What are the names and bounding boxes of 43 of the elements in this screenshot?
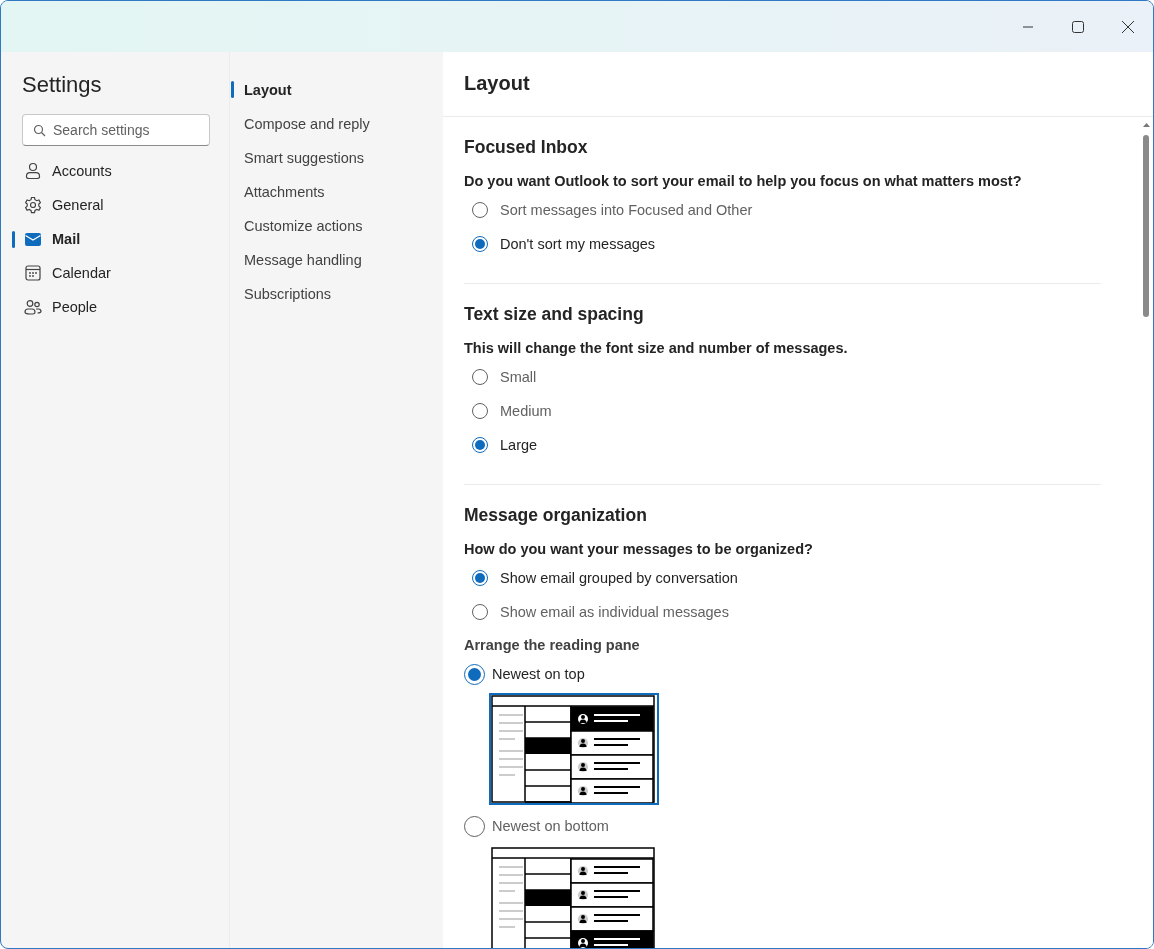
people-icon — [23, 297, 43, 317]
nav-item[interactable]: Mail — [23, 229, 81, 249]
radio-option[interactable]: Show email grouped by conversation — [464, 561, 744, 595]
selection-indicator — [231, 81, 234, 98]
search-field[interactable]: Search settings — [22, 114, 210, 146]
nav-item[interactable]: Accounts — [23, 161, 112, 181]
subnav-item[interactable]: Layout — [244, 81, 292, 98]
subnav-item[interactable]: Message handling — [244, 251, 362, 268]
nav-item[interactable]: General — [23, 195, 104, 215]
radio-option[interactable]: Medium — [464, 394, 558, 428]
section-title: Text size and spacing — [464, 304, 644, 325]
nav-item[interactable]: Calendar — [23, 263, 111, 283]
subnav-item[interactable]: Compose and reply — [244, 115, 370, 132]
section-title: Focused Inbox — [464, 137, 588, 158]
section-question: How do you want your messages to be organized? — [464, 541, 813, 557]
settings-title: Settings — [22, 72, 102, 98]
section-title: Message organization — [464, 505, 647, 526]
section-question: Do you want Outlook to sort your email to help you focus on what matters most? — [464, 173, 1022, 189]
subnav-item[interactable]: Customize actions — [244, 217, 363, 234]
subnav-item[interactable]: Subscriptions — [244, 285, 332, 302]
maximize-icon[interactable] — [1071, 19, 1085, 34]
search-icon — [33, 124, 46, 137]
settings-icon — [23, 195, 43, 215]
radio-option[interactable]: Newest on top — [464, 659, 591, 689]
selection-indicator — [12, 231, 15, 248]
reading-pane-preview[interactable] — [489, 693, 659, 805]
page-title: Layout — [464, 72, 530, 94]
calendar-icon — [23, 263, 43, 283]
person-icon — [23, 161, 43, 181]
radio-option[interactable]: Large — [464, 428, 544, 462]
subnav-item[interactable]: Smart suggestions — [244, 149, 365, 166]
radio-option[interactable]: Don't sort my messages — [464, 227, 662, 261]
scrollbar-thumb[interactable] — [1143, 135, 1149, 317]
section-question: This will change the font size and number of messages. — [464, 340, 848, 356]
close-icon[interactable] — [1121, 19, 1135, 34]
radio-option[interactable]: Show email as individual messages — [464, 595, 735, 629]
subnav-item[interactable]: Attachments — [244, 183, 325, 200]
nav-item[interactable]: People — [23, 297, 98, 317]
radio-option[interactable]: Sort messages into Focused and Other — [464, 193, 759, 227]
subsection-title: Arrange the reading pane — [464, 637, 640, 653]
radio-option[interactable]: Newest on bottom — [464, 811, 615, 841]
scroll-up-icon[interactable] — [1142, 123, 1150, 127]
radio-option[interactable]: Small — [464, 360, 543, 394]
